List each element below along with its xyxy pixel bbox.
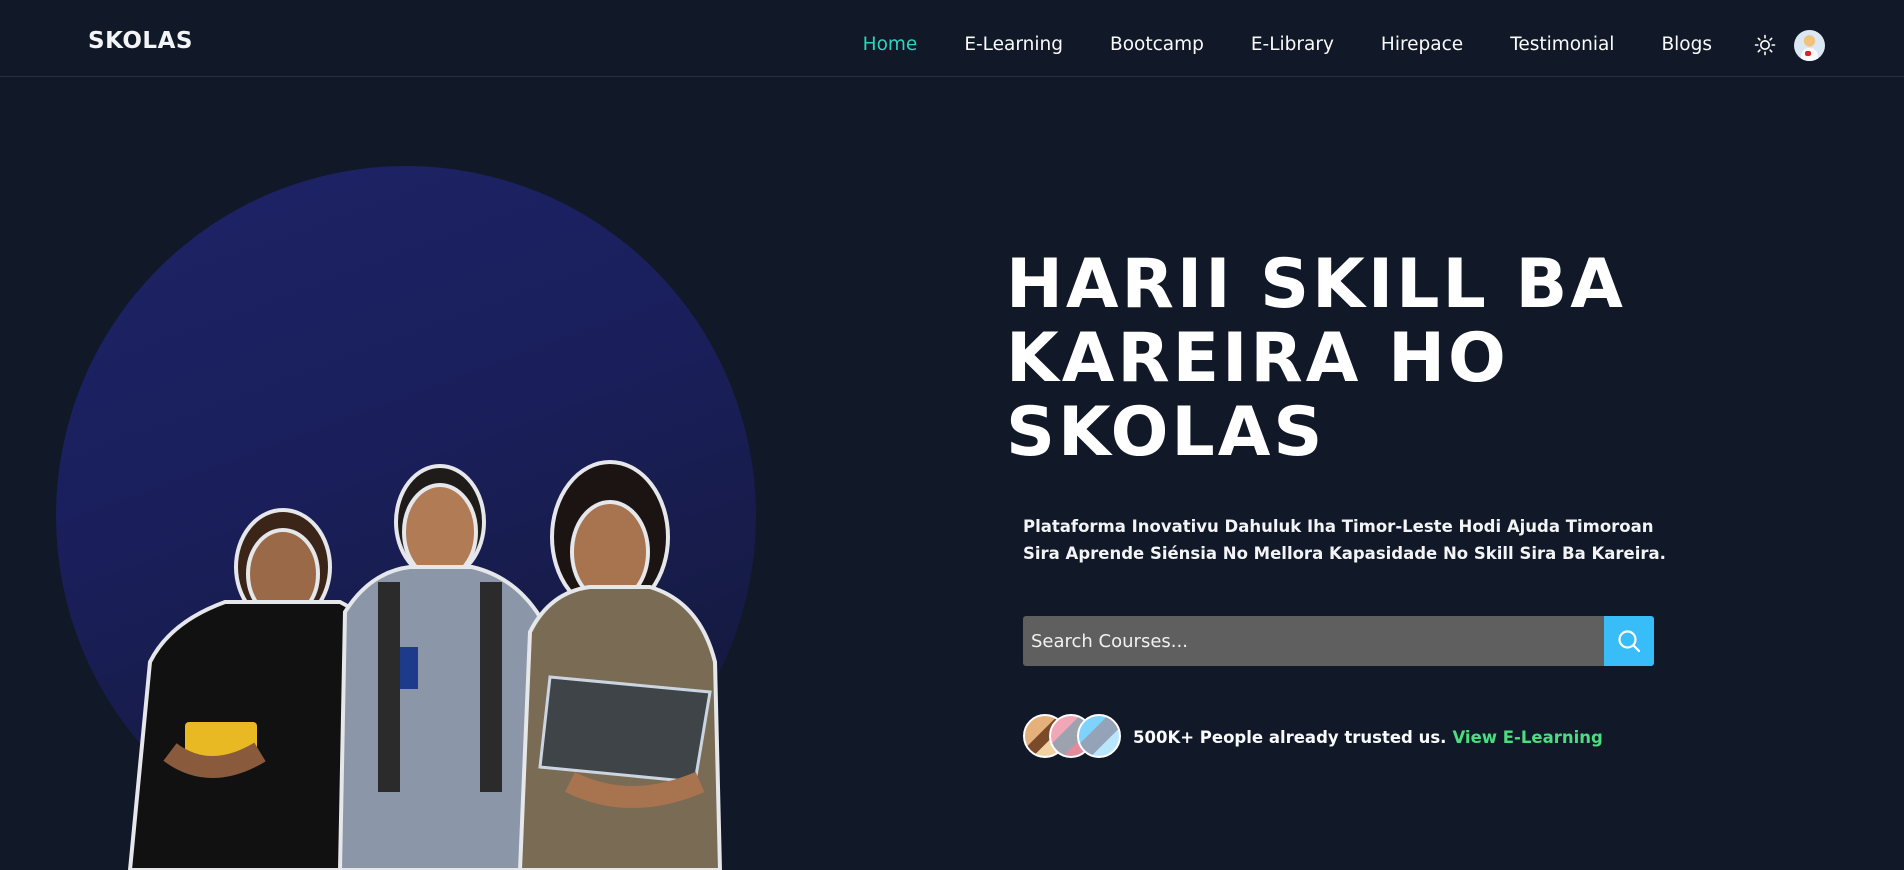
trusted-users-avatars <box>1023 714 1121 760</box>
trust-statement: 500K+ People already trusted us. <box>1133 727 1447 747</box>
nav-bootcamp[interactable]: Bootcamp <box>1110 34 1204 55</box>
search-icon <box>1618 630 1641 653</box>
students-photo <box>127 460 723 870</box>
nav-blogs[interactable]: Blogs <box>1661 34 1712 55</box>
user-face-avatar <box>1077 714 1121 758</box>
student-middle <box>337 464 545 870</box>
student-right <box>517 460 723 870</box>
hero-tagline: Plataforma Inovativu Dahuluk Iha Timor-L… <box>1023 517 1666 563</box>
sun-icon[interactable] <box>1754 34 1776 56</box>
nav-testimonial[interactable]: Testimonial <box>1510 34 1614 55</box>
top-navbar: SKOLAS Home E-Learning Bootcamp E-Librar… <box>0 0 1904 77</box>
avatar-badge <box>1805 51 1811 56</box>
user-avatar[interactable] <box>1794 30 1825 61</box>
course-search <box>1023 616 1654 666</box>
site-logo[interactable]: SKOLAS <box>88 28 193 54</box>
nav-e-library[interactable]: E-Library <box>1251 34 1334 55</box>
nav-hirepace[interactable]: Hirepace <box>1381 34 1463 55</box>
hero-headline: HARII SKILL BA KAREIRA HO SKOLAS <box>1006 245 1626 472</box>
search-input[interactable] <box>1023 616 1604 666</box>
nav-home[interactable]: Home <box>863 34 918 55</box>
main-nav: Home E-Learning Bootcamp E-Library Hirep… <box>863 34 1712 55</box>
view-e-learning-link[interactable]: View E-Learning <box>1452 728 1602 747</box>
trust-row: 500K+ People already trusted us. View E-… <box>1023 714 1603 760</box>
nav-e-learning[interactable]: E-Learning <box>964 34 1063 55</box>
search-button[interactable] <box>1604 616 1654 666</box>
